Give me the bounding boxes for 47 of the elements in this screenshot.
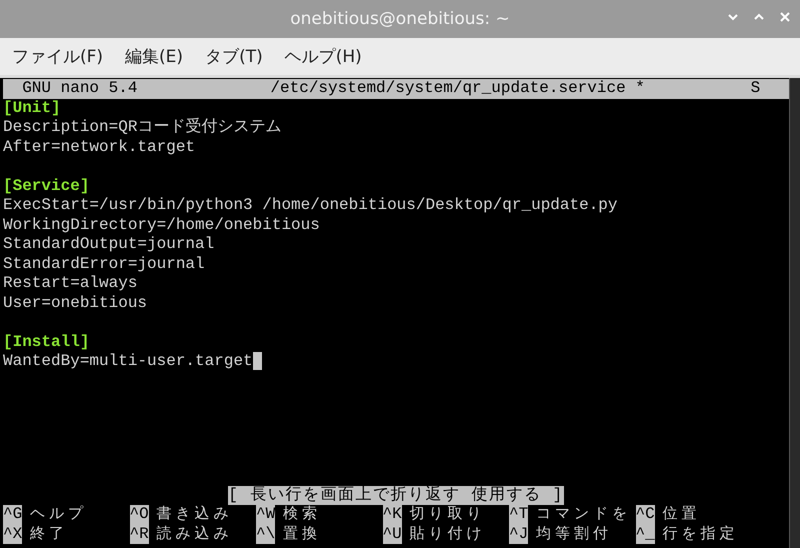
shortcut-label: ヘルプ xyxy=(30,505,88,524)
shortcut-label: 位置 xyxy=(662,505,701,524)
shortcut-key: ^R xyxy=(130,524,149,544)
menu-item[interactable]: タブ(T) xyxy=(205,45,263,68)
window-title: onebitious@onebitious: ~ xyxy=(290,9,510,29)
code-line: Description=QRコード受付システム xyxy=(3,118,282,138)
shortcut-label: 終了 xyxy=(30,524,68,544)
code-line: WorkingDirectory=/home/onebitious xyxy=(3,216,320,235)
shortcut-key: ^X xyxy=(3,524,22,544)
shortcut-label: 置換 xyxy=(283,524,322,544)
code-line: After=network.target xyxy=(3,138,196,157)
section-header: [Service] xyxy=(3,176,90,196)
shortcut-label: 読み込み xyxy=(156,524,233,544)
status-message: [ 長い行を画面上で折り返す 使用する ] xyxy=(228,486,564,505)
section-header: [Install] xyxy=(3,332,90,352)
section-header: [Unit] xyxy=(3,98,61,118)
shortcut-key: ^J xyxy=(509,524,528,544)
file-path: /etc/systemd/system/qr_update.service * xyxy=(270,79,645,98)
code-line: Restart=always xyxy=(3,274,138,294)
shortcut-label: 書き込み xyxy=(156,505,233,524)
code-line: StandardOutput=journal xyxy=(3,235,214,254)
shortcut-key: ^C xyxy=(636,505,655,524)
shortcut-key: ^\ xyxy=(256,524,276,544)
shortcut-key: ^G xyxy=(3,505,22,524)
shortcut-key: ^O xyxy=(130,505,149,524)
menu-item[interactable]: ファイル(F) xyxy=(12,45,104,68)
shortcut-label: 行を指定 xyxy=(662,524,739,544)
code-line: StandardError=journal xyxy=(3,254,205,274)
menu-item[interactable]: 編集(E) xyxy=(125,45,184,68)
close-icon[interactable] xyxy=(778,10,792,24)
code-line: ExecStart=/usr/bin/python3 /home/onebitious/Desktop/qr_update.py xyxy=(3,196,618,216)
code-line: User=onebitious xyxy=(3,294,148,313)
shortcut-label: 貼り付け xyxy=(410,524,486,544)
shortcut-label: 均等割付 xyxy=(536,524,612,544)
shortcut-label: 検索 xyxy=(283,505,322,524)
scrollbar[interactable] xyxy=(789,78,800,548)
menu-item[interactable]: ヘルプ(H) xyxy=(284,45,362,68)
shortcut-key: ^T xyxy=(509,505,528,524)
shortcut-label: 切り取り xyxy=(410,505,486,524)
shortcut-key: ^U xyxy=(382,524,402,544)
shortcut-key: ^_ xyxy=(636,524,655,544)
nano-version: GNU nano 5.4 xyxy=(21,79,138,98)
code-line: WantedBy=multi-user.target xyxy=(3,352,253,372)
shortcut-key: ^W xyxy=(256,505,276,524)
shortcut-label: コマンドを xyxy=(536,505,632,524)
header-letter: S xyxy=(750,79,762,98)
shortcut-key: ^K xyxy=(382,505,402,524)
